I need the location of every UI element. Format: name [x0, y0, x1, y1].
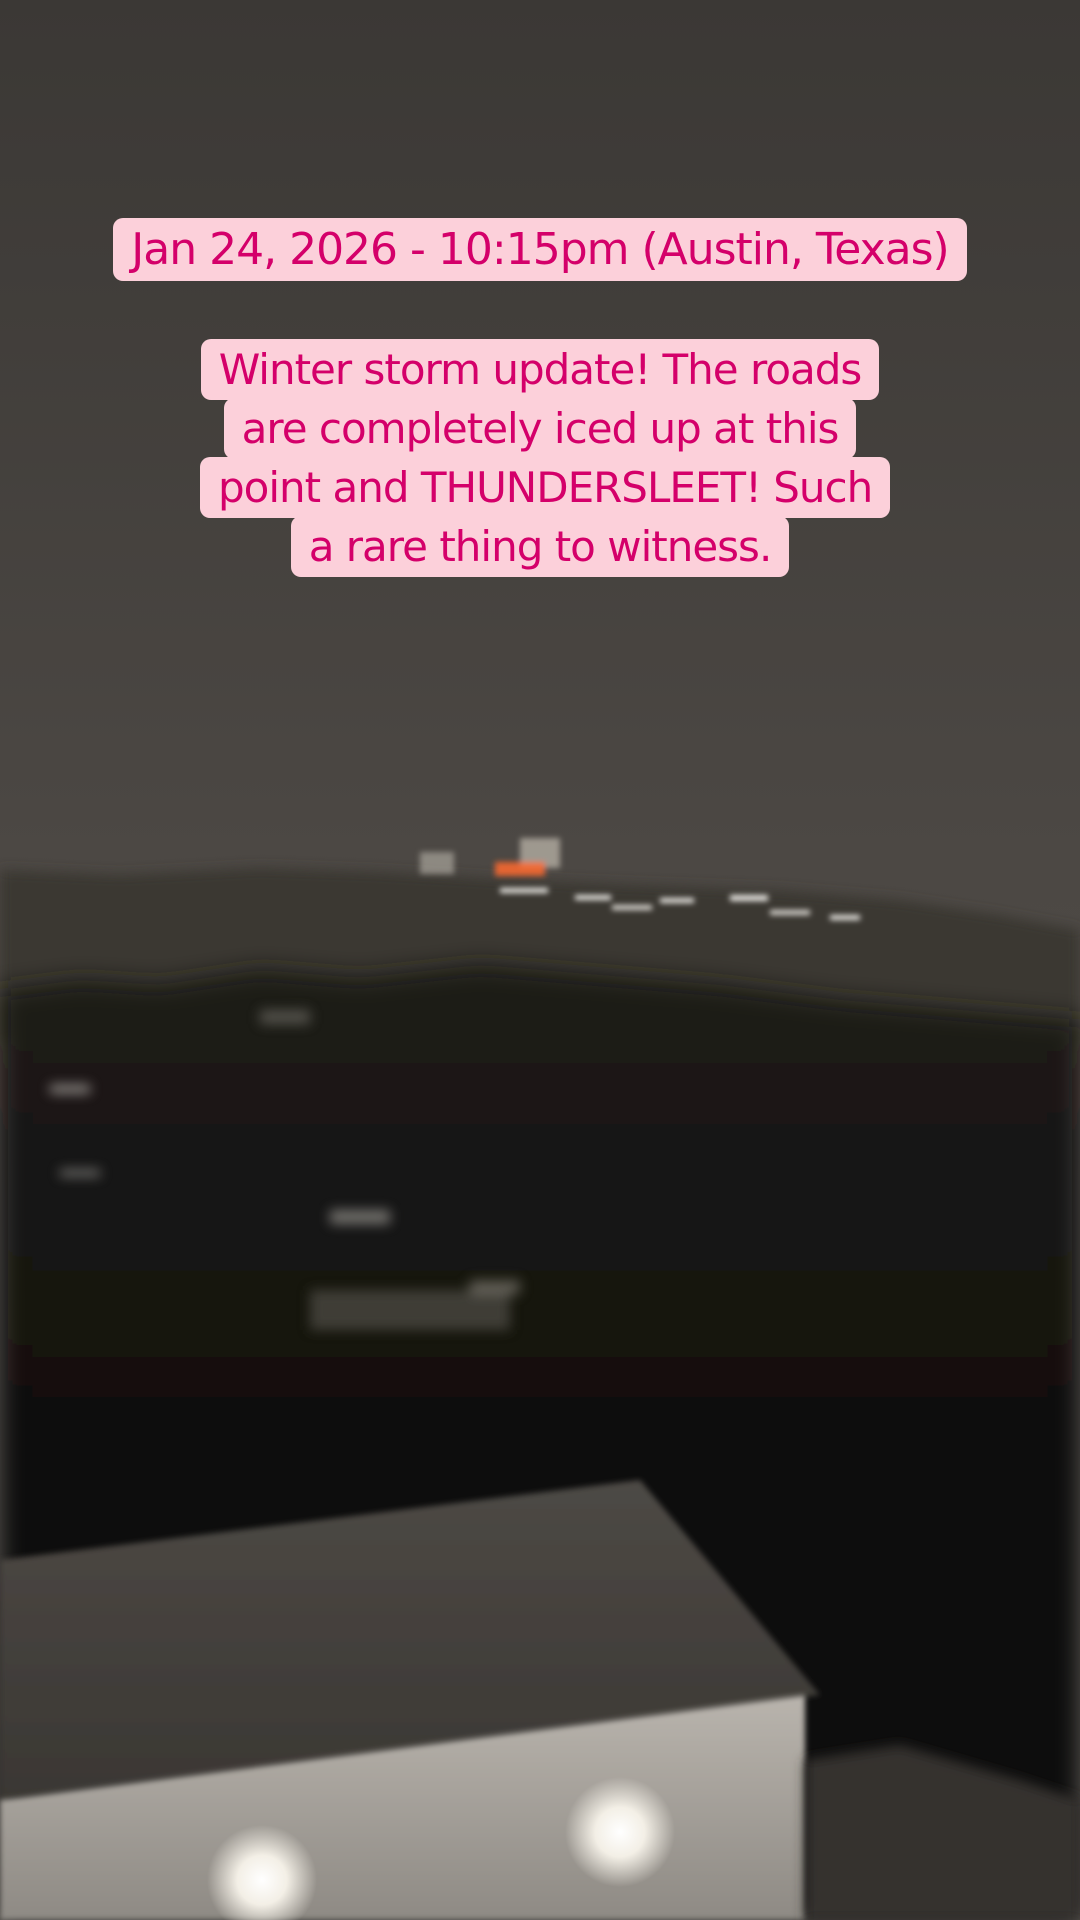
storm-update-text: Winter storm update! The roads are compl… — [200, 339, 891, 577]
night-storm-photo — [0, 0, 1080, 1920]
wall-lamp-right — [565, 1777, 675, 1887]
date-location-caption: Jan 24, 2026 - 10:15pm (Austin, Texas) — [0, 218, 1080, 281]
date-location-text: Jan 24, 2026 - 10:15pm (Austin, Texas) — [113, 218, 967, 281]
storm-update-caption: Winter storm update! The roads are compl… — [200, 339, 891, 577]
